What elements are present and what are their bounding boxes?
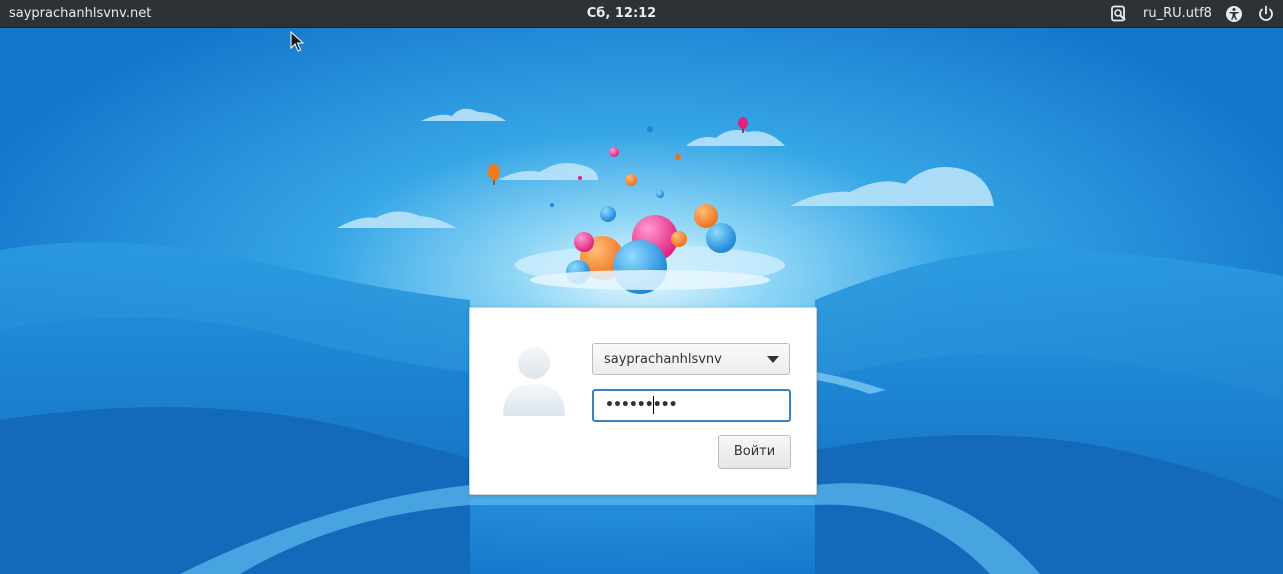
username-value: sayprachanhlsvnv bbox=[604, 352, 722, 367]
mouse-cursor-icon bbox=[290, 31, 304, 52]
clock: Сб, 12:12 bbox=[586, 6, 657, 21]
keyboard-layout-icon[interactable] bbox=[1110, 5, 1128, 23]
login-button[interactable]: Войти bbox=[718, 435, 791, 469]
login-screen: sayprachanhlsvnv.net Сб, 12:12 ru_RU.utf… bbox=[0, 0, 1283, 574]
password-mask: ••••••••• bbox=[605, 397, 678, 413]
user-avatar-icon bbox=[503, 347, 565, 416]
top-panel: sayprachanhlsvnv.net Сб, 12:12 ru_RU.utf… bbox=[0, 0, 1283, 28]
power-icon[interactable] bbox=[1257, 5, 1275, 23]
accessibility-icon[interactable] bbox=[1225, 5, 1243, 23]
locale-selector[interactable]: ru_RU.utf8 bbox=[1143, 6, 1212, 22]
password-field[interactable]: ••••••••• bbox=[592, 389, 791, 422]
username-select[interactable]: sayprachanhlsvnv bbox=[592, 343, 790, 375]
chevron-down-icon bbox=[767, 356, 779, 363]
login-dialog: sayprachanhlsvnv ••••••••• Войти bbox=[469, 307, 817, 495]
text-caret bbox=[653, 396, 654, 414]
